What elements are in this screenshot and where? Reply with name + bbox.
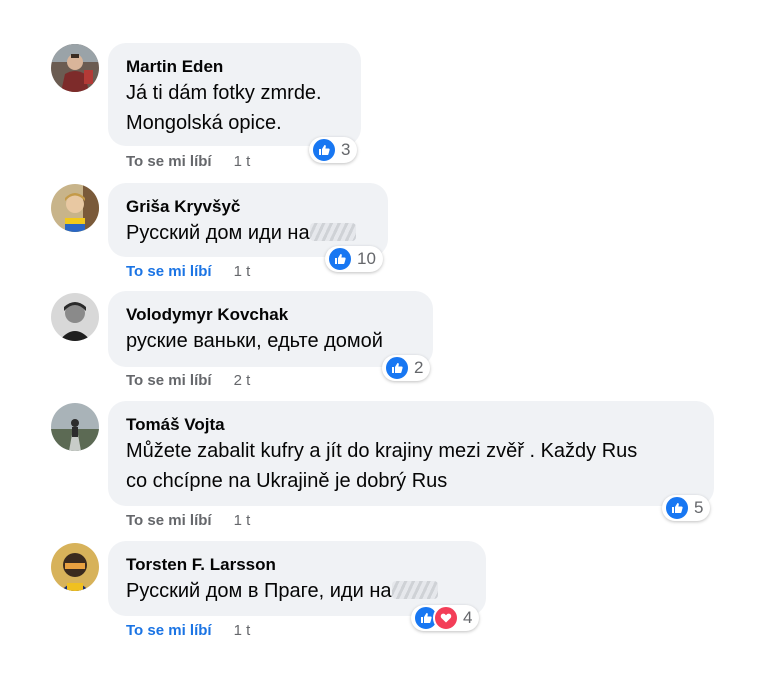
avatar[interactable] xyxy=(51,44,99,92)
like-button[interactable]: To se mi líbí xyxy=(126,622,212,639)
comment-bubble: Volodymyr Kovchak руские ваньки, едьте д… xyxy=(108,291,433,367)
comment-author[interactable]: Torsten F. Larsson xyxy=(126,554,468,576)
comment-actions: To se mi líbí 2 t xyxy=(126,371,250,391)
avatar[interactable] xyxy=(51,403,99,451)
reaction-summary[interactable]: 5 xyxy=(662,495,711,521)
timestamp[interactable]: 2 t xyxy=(234,372,251,389)
comment-text: Русский дом в Праге, иди на xyxy=(126,576,468,606)
reaction-count: 2 xyxy=(414,358,424,377)
comment-bubble: Martin Eden Já ti dám fotky zmrde. Mongo… xyxy=(108,43,361,146)
reaction-summary[interactable]: 2 xyxy=(382,355,431,381)
comment-text: Můžete zabalit kufry a jít do krajiny me… xyxy=(126,440,638,492)
comment-actions: To se mi líbí 1 t xyxy=(126,262,250,282)
like-icon xyxy=(327,246,353,272)
timestamp[interactable]: 1 t xyxy=(234,263,251,280)
reaction-summary[interactable]: 10 xyxy=(325,246,383,272)
comment-text-content: Русский дом иди на xyxy=(126,222,310,244)
reaction-summary[interactable]: 4 xyxy=(411,605,480,631)
timestamp[interactable]: 1 t xyxy=(234,153,251,170)
like-icon xyxy=(384,355,410,381)
reaction-count: 10 xyxy=(357,249,376,268)
comment-actions: To se mi líbí 1 t xyxy=(126,511,250,531)
comment-text: Русский дом иди на xyxy=(126,218,370,248)
reaction-count: 4 xyxy=(463,608,473,627)
censored-word xyxy=(309,223,356,241)
like-button[interactable]: To se mi líbí xyxy=(126,263,212,280)
like-button[interactable]: To se mi líbí xyxy=(126,512,212,529)
comment-text: Já ti dám fotky zmrde. Mongolská opice. xyxy=(126,82,322,134)
love-icon xyxy=(433,605,459,631)
comment-text-content: Русский дом в Праге, иди на xyxy=(126,580,392,602)
avatar[interactable] xyxy=(51,184,99,232)
reaction-summary[interactable]: 3 xyxy=(309,137,358,163)
timestamp[interactable]: 1 t xyxy=(234,622,251,639)
comment-actions: To se mi líbí 1 t xyxy=(126,152,250,172)
comment-author[interactable]: Martin Eden xyxy=(126,56,343,78)
censored-word xyxy=(391,581,438,599)
reaction-count: 5 xyxy=(694,498,704,517)
like-icon xyxy=(664,495,690,521)
timestamp[interactable]: 1 t xyxy=(234,512,251,529)
comment-author[interactable]: Griša Kryvšyč xyxy=(126,196,370,218)
avatar[interactable] xyxy=(51,293,99,341)
like-button[interactable]: To se mi líbí xyxy=(126,153,212,170)
comment-author[interactable]: Volodymyr Kovchak xyxy=(126,304,415,326)
like-button[interactable]: To se mi líbí xyxy=(126,372,212,389)
avatar[interactable] xyxy=(51,543,99,591)
comment-text: руские ваньки, едьте домой xyxy=(126,330,383,352)
comment-author[interactable]: Tomáš Vojta xyxy=(126,414,696,436)
comment-bubble: Tomáš Vojta Můžete zabalit kufry a jít d… xyxy=(108,401,714,506)
like-icon xyxy=(311,137,337,163)
comment-actions: To se mi líbí 1 t xyxy=(126,621,250,641)
reaction-count: 3 xyxy=(341,140,351,159)
